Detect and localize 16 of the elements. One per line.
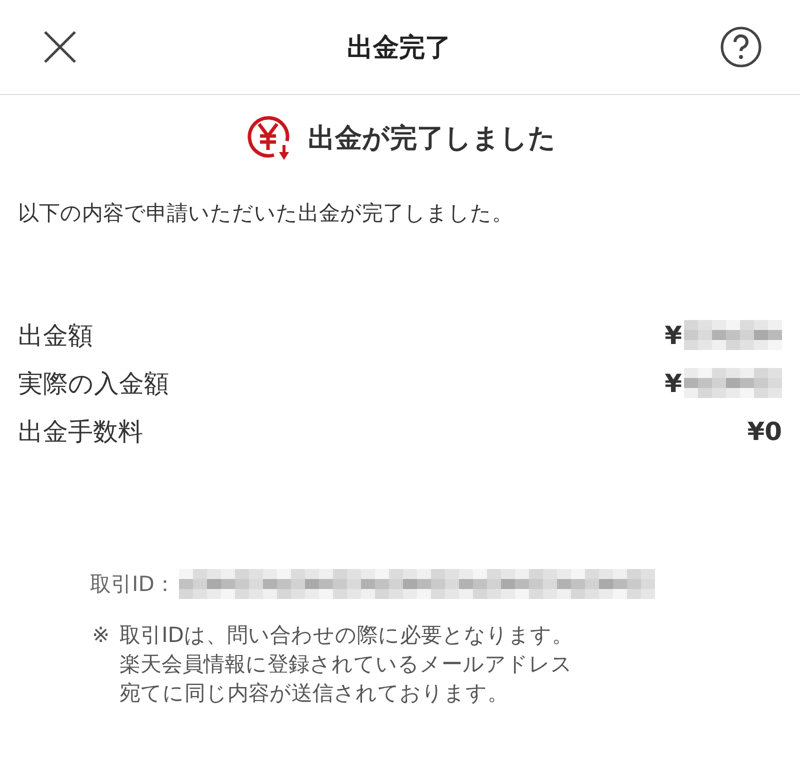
note-text: 取引IDは、問い合わせの際に必要となります。 <box>120 622 573 649</box>
row-label: 実際の入金額 <box>18 368 169 400</box>
amount-value: ¥ <box>664 368 682 398</box>
message-text: 以下の内容で申請いただいた出金が完了しました。 <box>18 200 514 227</box>
row-label: 出金額 <box>18 320 93 352</box>
note-text: 楽天会員情報に登録されているメールアドレス <box>120 651 573 678</box>
window-title: 出金完了 <box>347 32 451 64</box>
note-text: 宛てに同じ内容が送信されております。 <box>120 680 510 707</box>
amount-value: ¥0 <box>747 416 782 446</box>
note-mark: ※ <box>92 622 110 649</box>
close-icon[interactable] <box>42 29 78 65</box>
transaction-id-label: 取引ID： <box>90 571 176 598</box>
status-title: 出金が完了しました <box>308 122 556 156</box>
row-label: 出金手数料 <box>18 416 143 448</box>
amount-value: ¥ <box>664 320 682 350</box>
help-icon[interactable] <box>720 26 762 68</box>
